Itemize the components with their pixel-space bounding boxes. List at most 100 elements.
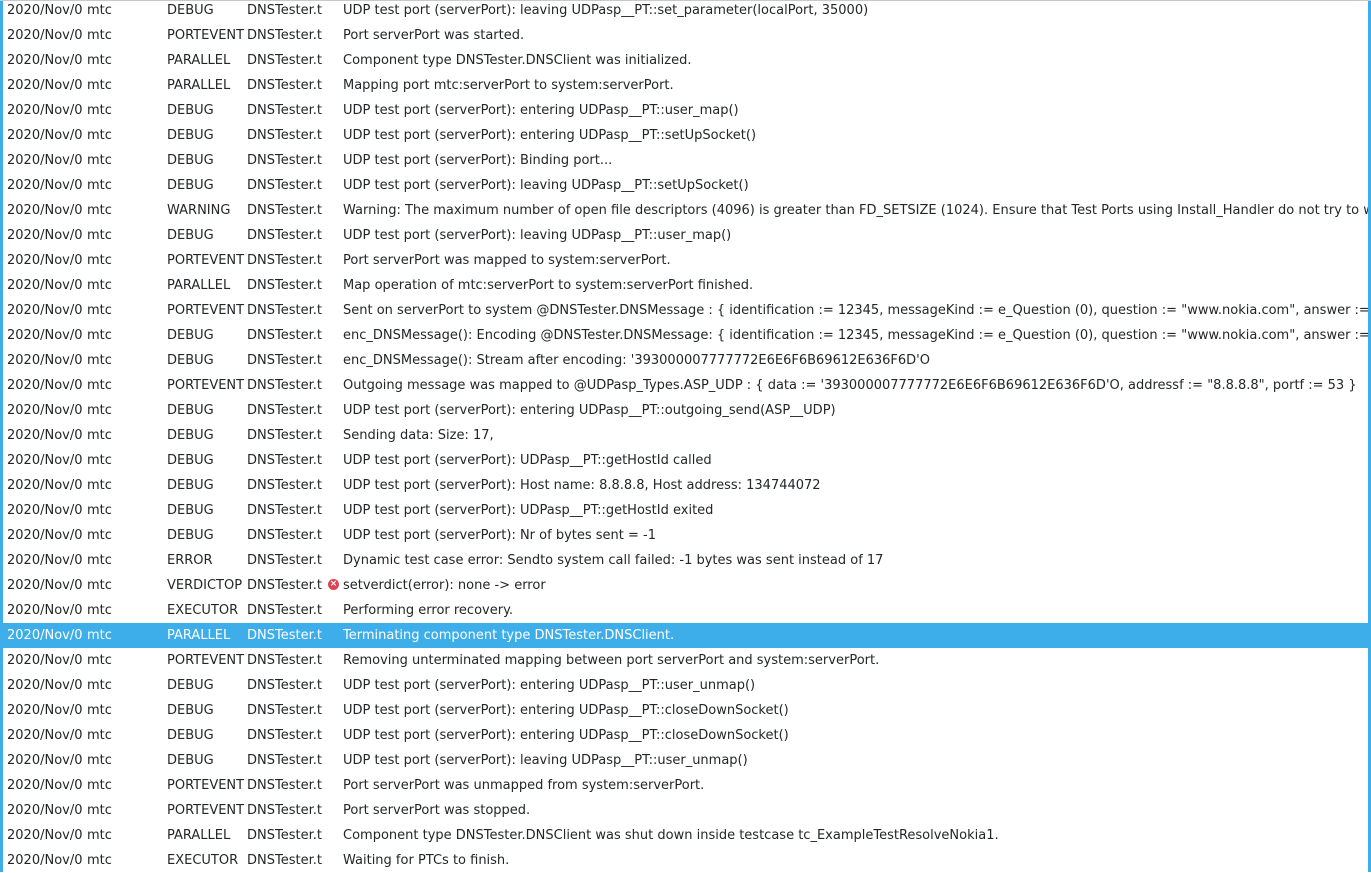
- timestamp-cell: 2020/Nov/0: [7, 528, 83, 543]
- component-cell: mtc: [87, 78, 112, 93]
- table-row[interactable]: 2020/Nov/0 mtc DEBUG DNSTester.ttcn UDP …: [3, 448, 1368, 473]
- table-row[interactable]: 2020/Nov/0 mtc EXECUTOR DNSTester.ttcn W…: [3, 848, 1368, 873]
- table-row[interactable]: 2020/Nov/0 mtc PARALLEL DNSTester.ttcn T…: [3, 623, 1368, 648]
- table-row[interactable]: 2020/Nov/0 mtc DEBUG DNSTester.ttcn UDP …: [3, 223, 1368, 248]
- table-row[interactable]: 2020/Nov/0 mtc PORTEVENT DNSTester.ttcn …: [3, 298, 1368, 323]
- table-row[interactable]: 2020/Nov/0 mtc PORTEVENT DNSTester.ttcn …: [3, 23, 1368, 48]
- event-type-cell: PORTEVENT: [167, 28, 245, 43]
- source-file-cell: DNSTester.ttcn: [247, 253, 322, 268]
- table-row[interactable]: 2020/Nov/0 mtc DEBUG DNSTester.ttcn Send…: [3, 423, 1368, 448]
- table-row[interactable]: 2020/Nov/0 mtc PORTEVENT DNSTester.ttcn …: [3, 248, 1368, 273]
- message-cell: Component type DNSTester.DNSClient was s…: [343, 828, 999, 843]
- component-cell: mtc: [87, 778, 112, 793]
- table-row[interactable]: 2020/Nov/0 mtc PARALLEL DNSTester.ttcn C…: [3, 823, 1368, 848]
- event-type-cell: DEBUG: [167, 428, 214, 443]
- table-row[interactable]: 2020/Nov/0 mtc DEBUG DNSTester.ttcn enc_…: [3, 323, 1368, 348]
- event-type-cell: DEBUG: [167, 153, 214, 168]
- table-row[interactable]: 2020/Nov/0 mtc PORTEVENT DNSTester.ttcn …: [3, 773, 1368, 798]
- table-row[interactable]: 2020/Nov/0 mtc PARALLEL DNSTester.ttcn M…: [3, 73, 1368, 98]
- table-row[interactable]: 2020/Nov/0 mtc EXECUTOR DNSTester.ttcn P…: [3, 598, 1368, 623]
- source-file-cell: DNSTester.ttcn: [247, 303, 322, 318]
- component-cell: mtc: [87, 403, 112, 418]
- event-type-cell: PORTEVENT: [167, 378, 245, 393]
- table-row[interactable]: 2020/Nov/0 mtc PARALLEL DNSTester.ttcn C…: [3, 48, 1368, 73]
- icon-cell: [328, 848, 340, 873]
- event-type-cell: DEBUG: [167, 228, 214, 243]
- icon-cell: [328, 148, 340, 173]
- log-table[interactable]: 2020/Nov/0 mtc DEBUG DNSTester.ttcn UDP …: [0, 0, 1371, 873]
- event-type-cell: DEBUG: [167, 503, 214, 518]
- timestamp-cell: 2020/Nov/0: [7, 553, 83, 568]
- timestamp-cell: 2020/Nov/0: [7, 28, 83, 43]
- event-type-cell: PORTEVENT: [167, 253, 245, 268]
- timestamp-cell: 2020/Nov/0: [7, 578, 83, 593]
- component-cell: mtc: [87, 128, 112, 143]
- icon-cell: [328, 323, 340, 348]
- message-cell: UDP test port (serverPort): entering UDP…: [343, 128, 757, 143]
- event-type-cell: DEBUG: [167, 528, 214, 543]
- timestamp-cell: 2020/Nov/0: [7, 128, 83, 143]
- table-row[interactable]: 2020/Nov/0 mtc DEBUG DNSTester.ttcn UDP …: [3, 473, 1368, 498]
- message-cell: Terminating component type DNSTester.DNS…: [343, 628, 675, 643]
- source-file-cell: DNSTester.ttcn: [247, 178, 322, 193]
- timestamp-cell: 2020/Nov/0: [7, 753, 83, 768]
- table-row[interactable]: 2020/Nov/0 mtc DEBUG DNSTester.ttcn UDP …: [3, 123, 1368, 148]
- table-row[interactable]: 2020/Nov/0 mtc DEBUG DNSTester.ttcn UDP …: [3, 498, 1368, 523]
- icon-cell: [328, 748, 340, 773]
- event-type-cell: DEBUG: [167, 753, 214, 768]
- event-type-cell: VERDICTOP: [167, 578, 243, 593]
- table-row[interactable]: 2020/Nov/0 mtc DEBUG DNSTester.ttcn UDP …: [3, 723, 1368, 748]
- timestamp-cell: 2020/Nov/0: [7, 228, 83, 243]
- table-row[interactable]: 2020/Nov/0 mtc DEBUG DNSTester.ttcn UDP …: [3, 148, 1368, 173]
- table-row[interactable]: 2020/Nov/0 mtc DEBUG DNSTester.ttcn UDP …: [3, 98, 1368, 123]
- message-cell: Outgoing message was mapped to @UDPasp_T…: [343, 378, 1357, 393]
- icon-cell: [328, 423, 340, 448]
- icon-cell: [328, 473, 340, 498]
- table-row[interactable]: 2020/Nov/0 mtc DEBUG DNSTester.ttcn UDP …: [3, 173, 1368, 198]
- table-row[interactable]: 2020/Nov/0 mtc DEBUG DNSTester.ttcn enc_…: [3, 348, 1368, 373]
- message-cell: Port serverPort was started.: [343, 28, 525, 43]
- component-cell: mtc: [87, 103, 112, 118]
- table-row[interactable]: 2020/Nov/0 mtc VERDICTOP DNSTester.ttcn …: [3, 573, 1368, 598]
- table-row[interactable]: 2020/Nov/0 mtc DEBUG DNSTester.ttcn UDP …: [3, 0, 1368, 23]
- table-row[interactable]: 2020/Nov/0 mtc DEBUG DNSTester.ttcn UDP …: [3, 398, 1368, 423]
- component-cell: mtc: [87, 753, 112, 768]
- icon-cell: [328, 548, 340, 573]
- timestamp-cell: 2020/Nov/0: [7, 278, 83, 293]
- timestamp-cell: 2020/Nov/0: [7, 78, 83, 93]
- table-row[interactable]: 2020/Nov/0 mtc DEBUG DNSTester.ttcn UDP …: [3, 698, 1368, 723]
- table-row[interactable]: 2020/Nov/0 mtc PORTEVENT DNSTester.ttcn …: [3, 648, 1368, 673]
- table-row[interactable]: 2020/Nov/0 mtc ERROR DNSTester.ttcn Dyna…: [3, 548, 1368, 573]
- component-cell: mtc: [87, 653, 112, 668]
- timestamp-cell: 2020/Nov/0: [7, 428, 83, 443]
- event-type-cell: DEBUG: [167, 678, 214, 693]
- icon-cell: [328, 273, 340, 298]
- component-cell: mtc: [87, 203, 112, 218]
- table-row[interactable]: 2020/Nov/0 mtc PORTEVENT DNSTester.ttcn …: [3, 373, 1368, 398]
- source-file-cell: DNSTester.ttcn: [247, 153, 322, 168]
- icon-cell: [328, 298, 340, 323]
- source-file-cell: DNSTester.ttcn: [247, 603, 322, 618]
- table-row[interactable]: 2020/Nov/0 mtc PORTEVENT DNSTester.ttcn …: [3, 798, 1368, 823]
- source-file-cell: DNSTester.ttcn: [247, 453, 322, 468]
- source-file-cell: DNSTester.ttcn: [247, 703, 322, 718]
- table-row[interactable]: 2020/Nov/0 mtc PARALLEL DNSTester.ttcn M…: [3, 273, 1368, 298]
- table-row[interactable]: 2020/Nov/0 mtc DEBUG DNSTester.ttcn UDP …: [3, 673, 1368, 698]
- source-file-cell: DNSTester.ttcn: [247, 78, 322, 93]
- component-cell: mtc: [87, 803, 112, 818]
- timestamp-cell: 2020/Nov/0: [7, 153, 83, 168]
- table-row[interactable]: 2020/Nov/0 mtc DEBUG DNSTester.ttcn UDP …: [3, 748, 1368, 773]
- table-row[interactable]: 2020/Nov/0 mtc DEBUG DNSTester.ttcn UDP …: [3, 523, 1368, 548]
- icon-cell: [328, 623, 340, 648]
- timestamp-cell: 2020/Nov/0: [7, 203, 83, 218]
- event-type-cell: DEBUG: [167, 178, 214, 193]
- component-cell: mtc: [87, 853, 112, 868]
- message-cell: enc_DNSMessage(): Stream after encoding:…: [343, 353, 930, 368]
- message-cell: enc_DNSMessage(): Encoding @DNSTester.DN…: [343, 328, 1368, 343]
- table-row[interactable]: 2020/Nov/0 mtc WARNING DNSTester.ttcn Wa…: [3, 198, 1368, 223]
- timestamp-cell: 2020/Nov/0: [7, 253, 83, 268]
- source-file-cell: DNSTester.ttcn: [247, 503, 322, 518]
- event-type-cell: PARALLEL: [167, 628, 231, 643]
- component-cell: mtc: [87, 53, 112, 68]
- timestamp-cell: 2020/Nov/0: [7, 503, 83, 518]
